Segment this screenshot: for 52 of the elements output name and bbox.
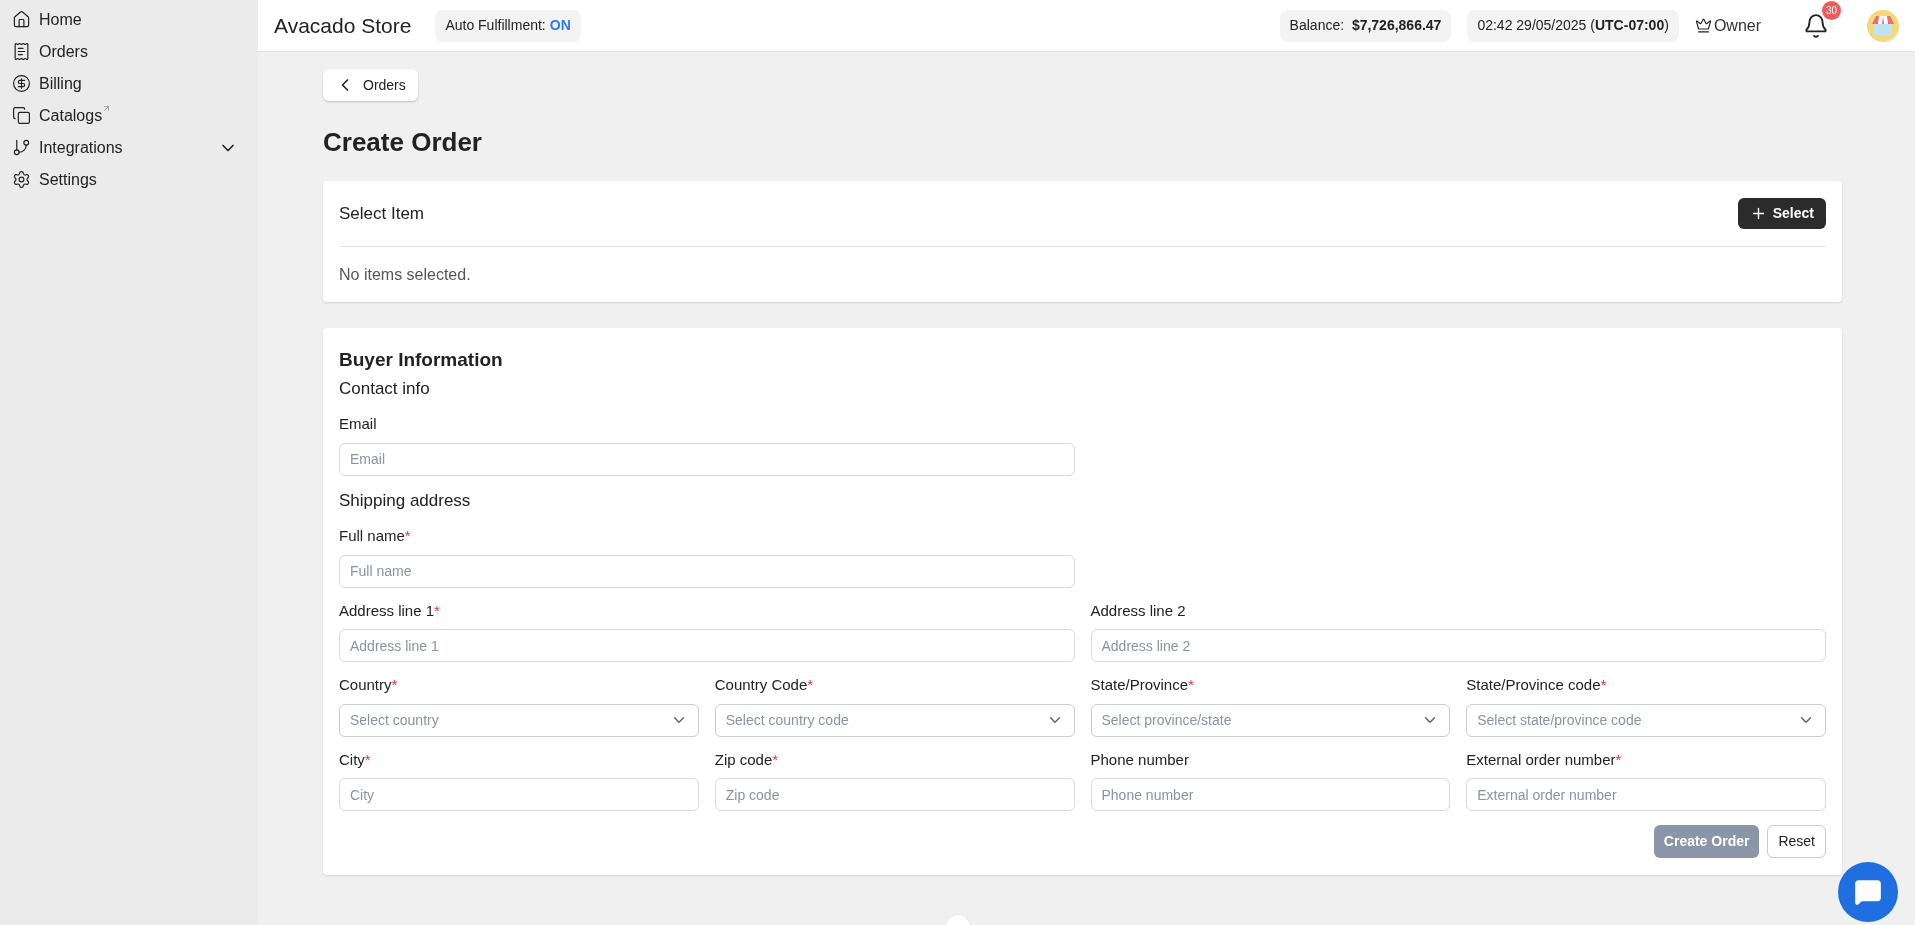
dollar-icon bbox=[12, 74, 31, 93]
input-field[interactable]: Zip code bbox=[714, 778, 1075, 811]
field-label: Country* bbox=[339, 675, 398, 695]
chat-icon bbox=[1854, 878, 1882, 906]
sidebar-item[interactable]: Home bbox=[12, 8, 246, 31]
sidebar-item[interactable]: Catalogs bbox=[12, 104, 246, 127]
field-label: Full name* bbox=[339, 526, 411, 546]
section-title: Buyer Information bbox=[339, 348, 504, 372]
field-label: External order number* bbox=[1466, 749, 1622, 770]
crown-icon bbox=[1694, 17, 1712, 34]
field-label: Zip code* bbox=[714, 749, 779, 770]
subsection-title: Shipping address bbox=[339, 489, 472, 512]
input-field[interactable]: Address line 2 bbox=[1090, 629, 1826, 662]
input-field[interactable]: External order number bbox=[1466, 778, 1826, 811]
field-label: State/Province code* bbox=[1466, 675, 1607, 695]
select-button[interactable]: Select bbox=[1737, 198, 1826, 229]
sidebar-item[interactable]: Orders bbox=[12, 40, 246, 63]
input-field[interactable]: City bbox=[339, 778, 699, 811]
field-label: Country Code* bbox=[714, 675, 814, 695]
role-label: Owner bbox=[1713, 15, 1761, 36]
home-icon bbox=[12, 10, 31, 29]
input-field[interactable]: Email bbox=[339, 442, 1075, 476]
balance-badge: Balance: $7,726,866.47 bbox=[1279, 9, 1452, 42]
card-title: Select Item bbox=[339, 202, 425, 225]
field-label: Address line 1* bbox=[339, 600, 440, 621]
field-label: City* bbox=[339, 749, 371, 770]
receipt-icon bbox=[12, 42, 31, 61]
sidebar-item[interactable]: Settings bbox=[12, 168, 246, 191]
field-label: Phone number bbox=[1090, 749, 1189, 770]
sidebar-item[interactable]: Billing bbox=[12, 72, 246, 95]
empty-message: No items selected. bbox=[339, 264, 471, 285]
field-label: Email bbox=[339, 414, 377, 434]
page-title: Create Order bbox=[323, 126, 483, 159]
input-field[interactable]: Full name bbox=[339, 554, 1075, 588]
field-label: State/Province* bbox=[1090, 675, 1194, 695]
input-field[interactable]: Address line 1 bbox=[339, 629, 1075, 662]
field-label: Address line 2 bbox=[1090, 600, 1186, 621]
store-avatar-icon[interactable] bbox=[1867, 9, 1899, 42]
chat-button[interactable] bbox=[1838, 862, 1898, 922]
sidebar-item[interactable]: Integrations bbox=[12, 136, 246, 159]
bell-icon bbox=[1803, 12, 1829, 39]
reset-button[interactable]: Reset bbox=[1767, 825, 1826, 858]
documents-icon bbox=[12, 106, 31, 125]
notification-count: 30 bbox=[1822, 0, 1841, 20]
store-name: Avacado Store bbox=[274, 12, 412, 39]
settings-icon bbox=[12, 170, 31, 189]
auto-fulfillment-badge: Auto Fulfillment: ON bbox=[435, 9, 581, 42]
branch-icon bbox=[12, 138, 31, 157]
back-button[interactable]: Orders bbox=[323, 69, 418, 101]
input-field[interactable]: Phone number bbox=[1090, 778, 1451, 811]
subsection-title: Contact info bbox=[339, 377, 431, 400]
time-badge: 02:42 29/05/2025 (UTC-07:00) bbox=[1467, 9, 1679, 42]
